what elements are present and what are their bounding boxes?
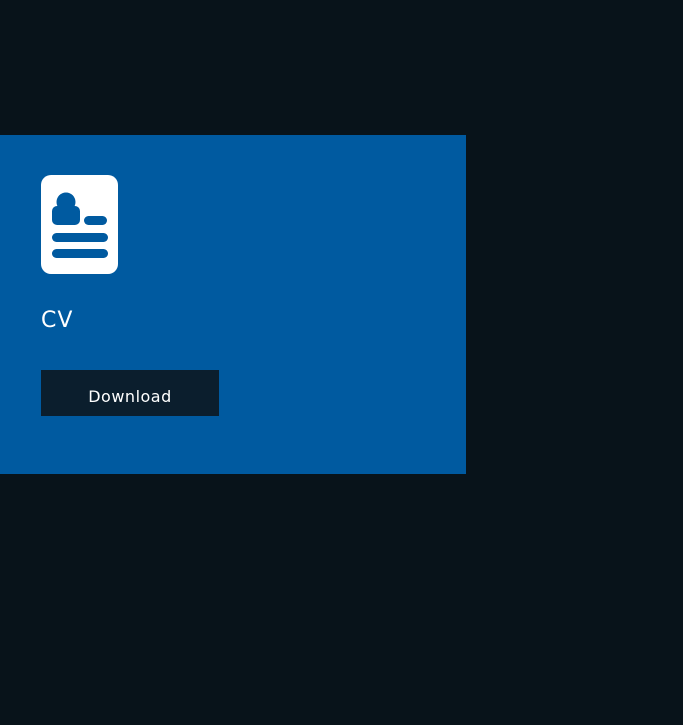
cv-document-icon	[41, 175, 118, 274]
cv-card: CV Download	[0, 135, 466, 474]
download-button[interactable]: Download	[41, 370, 219, 416]
card-title: CV	[41, 308, 74, 333]
